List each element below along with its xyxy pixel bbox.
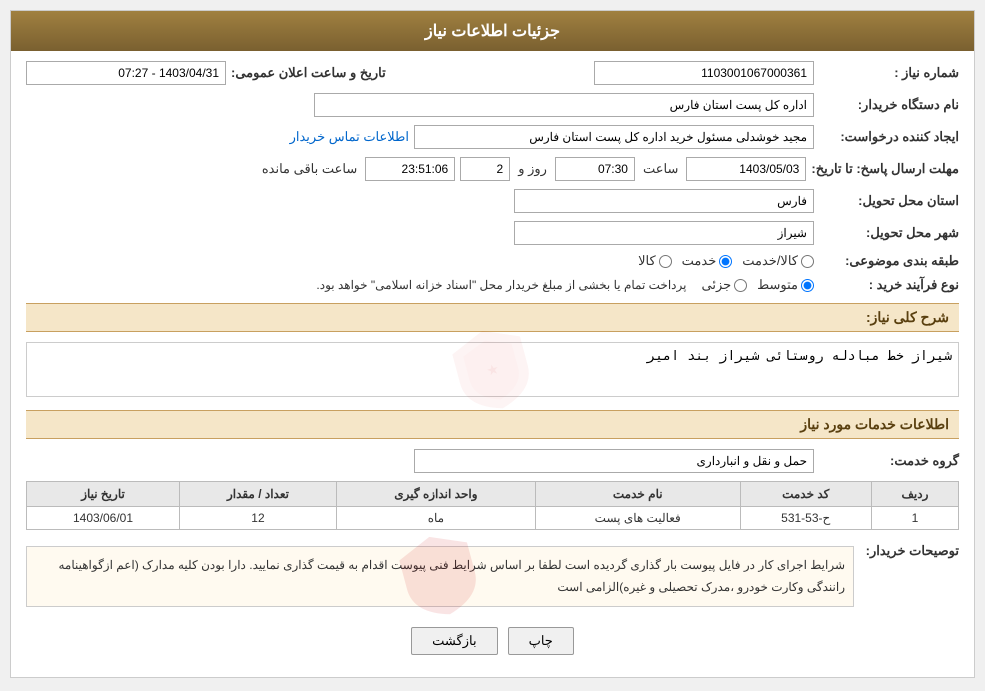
services-table: ردیف کد خدمت نام خدمت واحد اندازه گیری ت… [26, 481, 959, 530]
buyer-notes-text: شرایط اجرای کار در فایل پیوست بار گذاری … [58, 558, 845, 594]
description-label: شرح کلی نیاز: [866, 309, 949, 325]
purchase-radio-motavaset[interactable] [801, 279, 814, 292]
services-section-header: اطلاعات خدمات مورد نیاز [26, 410, 959, 439]
category-radio-khedmat[interactable] [719, 255, 732, 268]
creator-label: ایجاد کننده درخواست: [819, 129, 959, 145]
deadline-row: مهلت ارسال پاسخ: تا تاریخ: ساعت روز و سا… [26, 157, 959, 181]
description-section: شرح کلی نیاز: ★ شیراز خط مبادله روستائی … [26, 303, 959, 400]
remaining-label: ساعت باقی مانده [262, 161, 357, 177]
category-row: طبقه بندی موضوعی: کالا/خدمت خدمت کالا [26, 253, 959, 269]
province-input[interactable] [514, 189, 814, 213]
services-table-container: ردیف کد خدمت نام خدمت واحد اندازه گیری ت… [26, 481, 959, 530]
button-row: چاپ بازگشت [26, 627, 959, 655]
table-row: 1 ح-53-531 فعالیت های پست ماه 12 1403/06… [27, 507, 959, 530]
col-service-name: نام خدمت [535, 482, 740, 507]
cell-service-name: فعالیت های پست [535, 507, 740, 530]
buyer-name-row: نام دستگاه خریدار: [26, 93, 959, 117]
service-group-row: گروه خدمت: [26, 449, 959, 473]
deadline-label: مهلت ارسال پاسخ: تا تاریخ: [811, 161, 959, 177]
purchase-option-motavaset: متوسط [757, 277, 814, 293]
buyer-name-label: نام دستگاه خریدار: [819, 97, 959, 113]
category-radio-group: کالا/خدمت خدمت کالا [638, 253, 814, 269]
purchase-type-row: نوع فرآیند خرید : متوسط جزئی پرداخت تمام… [26, 277, 959, 293]
public-announce-input[interactable] [26, 61, 226, 85]
time-label: ساعت [643, 161, 678, 177]
buyer-notes-content: شرایط اجرای کار در فایل پیوست بار گذاری … [26, 546, 854, 607]
request-number-label: شماره نیاز : [819, 65, 959, 81]
cell-date: 1403/06/01 [27, 507, 180, 530]
print-button[interactable]: چاپ [508, 627, 574, 655]
request-number-row: شماره نیاز : تاریخ و ساعت اعلان عمومی: [26, 61, 959, 85]
category-option-khedmat: خدمت [682, 253, 733, 269]
category-radio-kala-khedmat[interactable] [801, 255, 814, 268]
purchase-label-motavaset: متوسط [757, 277, 798, 293]
deadline-remaining-input[interactable] [365, 157, 455, 181]
cell-row-num: 1 [871, 507, 958, 530]
category-label-khedmat: خدمت [682, 253, 717, 269]
buyer-notes-row: توصیحات خریدار: شرایط اجرای کار در فایل … [26, 538, 959, 615]
category-radio-kala[interactable] [659, 255, 672, 268]
days-label: روز و [518, 161, 547, 177]
purchase-type-radio-group: متوسط جزئی [701, 277, 814, 293]
purchase-type-note: پرداخت تمام یا بخشی از مبلغ خریدار محل "… [316, 278, 686, 292]
category-option-kala-khedmat: کالا/خدمت [742, 253, 814, 269]
purchase-type-label: نوع فرآیند خرید : [819, 277, 959, 293]
province-label: استان محل تحویل: [819, 193, 959, 209]
service-group-label: گروه خدمت: [819, 453, 959, 469]
category-label-kala-khedmat: کالا/خدمت [742, 253, 798, 269]
city-row: شهر محل تحویل: [26, 221, 959, 245]
service-group-input[interactable] [414, 449, 814, 473]
contact-link[interactable]: اطلاعات تماس خریدار [290, 129, 409, 145]
page-title: جزئیات اطلاعات نیاز [425, 23, 560, 40]
purchase-label-jozee: جزئی [701, 277, 731, 293]
cell-service-code: ح-53-531 [740, 507, 871, 530]
buyer-notes-label: توصیحات خریدار: [859, 538, 959, 559]
creator-input[interactable] [414, 125, 814, 149]
city-label: شهر محل تحویل: [819, 225, 959, 241]
province-row: استان محل تحویل: [26, 189, 959, 213]
category-option-kala: کالا [638, 253, 672, 269]
description-section-header: شرح کلی نیاز: [26, 303, 959, 332]
public-announce-label: تاریخ و ساعت اعلان عمومی: [231, 65, 386, 81]
col-date: تاریخ نیاز [27, 482, 180, 507]
cell-unit: ماه [336, 507, 535, 530]
col-quantity: تعداد / مقدار [180, 482, 337, 507]
request-number-input[interactable] [594, 61, 814, 85]
description-textarea[interactable]: شیراز خط مبادله روستائی شیراز بند امیر [26, 342, 959, 397]
purchase-radio-jozee[interactable] [734, 279, 747, 292]
purchase-option-jozee: جزئی [701, 277, 747, 293]
services-section-label: اطلاعات خدمات مورد نیاز [800, 416, 949, 432]
col-row-num: ردیف [871, 482, 958, 507]
col-unit: واحد اندازه گیری [336, 482, 535, 507]
cell-quantity: 12 [180, 507, 337, 530]
city-input[interactable] [514, 221, 814, 245]
category-label-kala: کالا [638, 253, 656, 269]
back-button[interactable]: بازگشت [411, 627, 497, 655]
category-label: طبقه بندی موضوعی: [819, 253, 959, 269]
col-service-code: کد خدمت [740, 482, 871, 507]
buyer-name-input[interactable] [314, 93, 814, 117]
deadline-date-input[interactable] [686, 157, 806, 181]
page-header: جزئیات اطلاعات نیاز [11, 11, 974, 51]
deadline-days-input[interactable] [460, 157, 510, 181]
deadline-time-input[interactable] [555, 157, 635, 181]
creator-row: ایجاد کننده درخواست: اطلاعات تماس خریدار [26, 125, 959, 149]
